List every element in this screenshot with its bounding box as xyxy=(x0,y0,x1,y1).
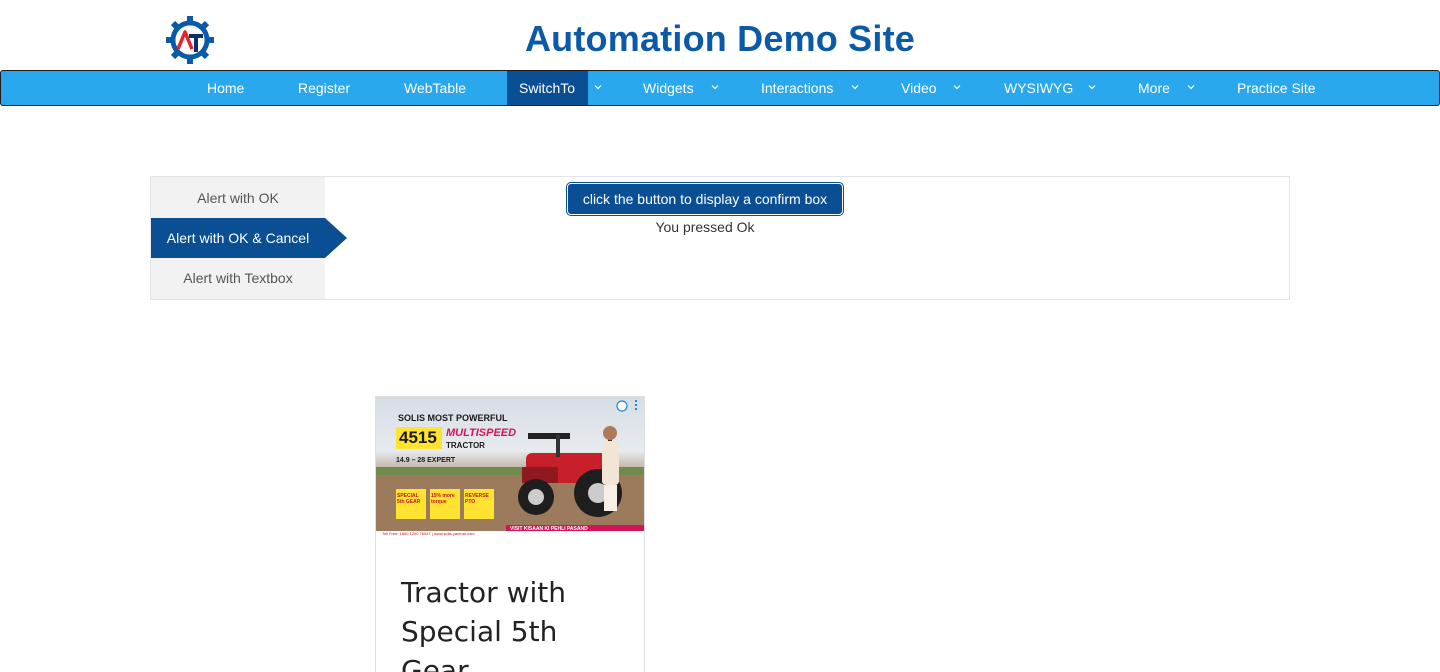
alert-panel: Alert with OK Alert with OK & Cancel Ale… xyxy=(150,176,1290,300)
nav-item-switchto[interactable]: SwitchTo xyxy=(507,71,588,105)
chevron-down-icon[interactable] xyxy=(594,83,602,91)
nav-item-home[interactable]: Home xyxy=(207,71,244,105)
nav-item-register[interactable]: Register xyxy=(298,71,350,105)
tab-label: Alert with OK & Cancel xyxy=(166,230,310,246)
nav-item-interactions[interactable]: Interactions xyxy=(761,71,833,105)
nav-item-label: Practice Site xyxy=(1237,80,1316,96)
tab-label: Alert with Textbox xyxy=(183,270,293,286)
ad-feature-1: SPECIAL 5th GEAR xyxy=(397,493,421,505)
chevron-down-icon[interactable] xyxy=(1187,83,1195,91)
ad-model-number: 4515 xyxy=(399,428,437,447)
nav-item-label: SwitchTo xyxy=(519,80,576,96)
nav-item-practice-site[interactable]: Practice Site xyxy=(1237,71,1316,105)
main-navbar: Home Register WebTable SwitchTo Widgets … xyxy=(0,70,1440,106)
nav-item-webtable[interactable]: WebTable xyxy=(404,71,466,105)
confirm-result-text: You pressed Ok xyxy=(655,219,755,235)
tab-label: Alert with OK xyxy=(197,190,279,206)
nav-item-wysiwyg[interactable]: WYSIWYG xyxy=(1004,71,1073,105)
chevron-down-icon[interactable] xyxy=(1088,83,1096,91)
tab-alert-with-textbox[interactable]: Alert with Textbox xyxy=(151,258,325,298)
nav-item-widgets[interactable]: Widgets xyxy=(643,71,694,105)
ad-footer: Toll Free: 1800 1200 76547 | www.solis-y… xyxy=(382,531,475,536)
ad-spec: 14.9 – 28 EXPERT xyxy=(396,457,456,464)
nav-item-label: Interactions xyxy=(761,80,834,96)
nav-item-label: Widgets xyxy=(643,80,694,96)
nav-item-label: Video xyxy=(901,80,937,96)
nav-item-label: Home xyxy=(207,80,245,96)
site-title: Automation Demo Site xyxy=(524,18,915,59)
tab-alert-with-ok-cancel[interactable]: Alert with OK & Cancel xyxy=(151,218,347,258)
alert-tabs: Alert with OK Alert with OK & Cancel Ale… xyxy=(151,177,347,299)
tab-alert-with-ok[interactable]: Alert with OK xyxy=(151,178,325,218)
nav-item-more[interactable]: More xyxy=(1138,71,1170,105)
ad-brand-line: SOLIS MOST POWERFUL xyxy=(398,413,508,423)
chevron-down-icon[interactable] xyxy=(711,83,719,91)
nav-item-video[interactable]: Video xyxy=(901,71,937,105)
ad-heading[interactable]: Tractor with Special 5th Gear xyxy=(401,573,631,672)
ad-feature-3: REVERSE PTO xyxy=(465,493,489,505)
ad-card[interactable]: SOLIS MOST POWERFUL 4515 MULTISPEED TRAC… xyxy=(375,396,645,672)
chevron-down-icon[interactable] xyxy=(953,83,961,91)
display-confirm-box-button[interactable]: click the button to display a confirm bo… xyxy=(566,182,844,216)
ad-model-tag: MULTISPEED xyxy=(446,427,517,439)
nav-item-label: WebTable xyxy=(404,80,467,96)
ad-feature-2: 15% more torque xyxy=(431,493,455,505)
nav-item-label: More xyxy=(1138,80,1170,96)
ad-model-sub: TRACTOR xyxy=(446,441,485,450)
nav-item-label: Register xyxy=(298,80,351,96)
tractor-ad-image[interactable]: SOLIS MOST POWERFUL 4515 MULTISPEED TRAC… xyxy=(376,397,644,539)
ad-slogan: VISIT KISAAN KI PEHLI PASAND xyxy=(510,526,588,532)
nav-item-label: WYSIWYG xyxy=(1004,80,1074,96)
chevron-down-icon[interactable] xyxy=(851,83,859,91)
